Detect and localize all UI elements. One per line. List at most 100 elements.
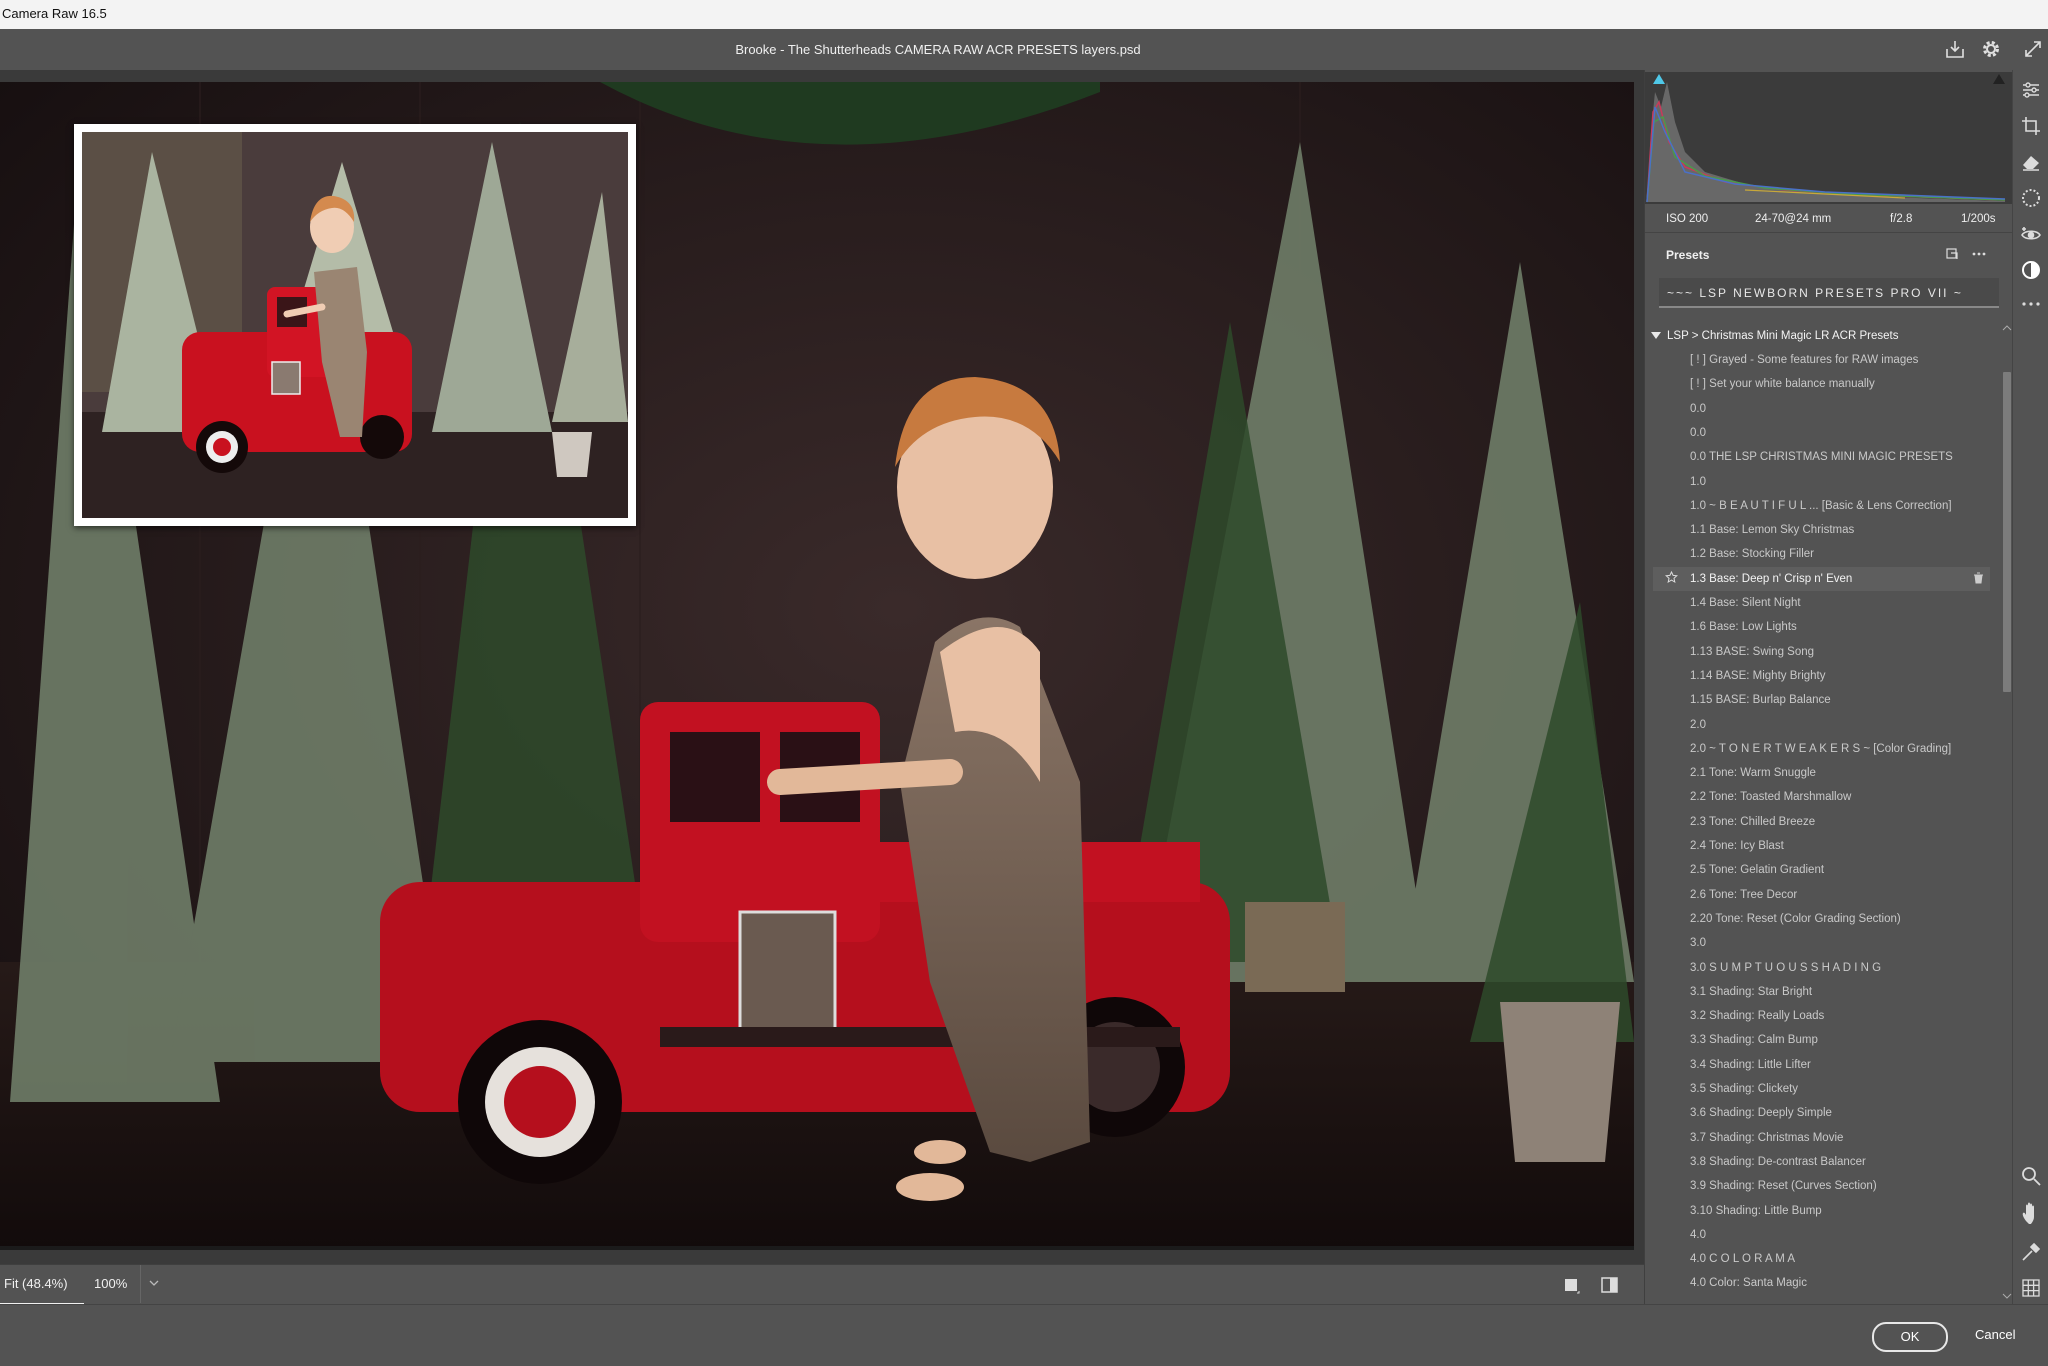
- masking-icon[interactable]: [2019, 186, 2043, 210]
- scroll-down-icon[interactable]: [2002, 1292, 2012, 1300]
- preset-item-label: 3.3 Shading: Calm Bump: [1690, 1034, 1818, 1047]
- preset-item[interactable]: 0.0: [1645, 421, 1990, 445]
- preset-item-label: 1.4 Base: Silent Night: [1690, 597, 1801, 609]
- preset-item[interactable]: 3.0: [1645, 931, 1990, 955]
- preset-item[interactable]: 3.5 Shading: Clickety: [1645, 1077, 1990, 1101]
- preset-item-label: 0.0: [1690, 426, 1706, 439]
- preset-item-label: 3.1 Shading: Star Bright: [1690, 985, 1813, 998]
- preset-item-label: 1.13 BASE: Swing Song: [1690, 645, 1815, 658]
- gear-icon[interactable]: [1979, 37, 2003, 61]
- preset-item[interactable]: 3.8 Shading: De-contrast Balancer: [1645, 1150, 1990, 1174]
- preset-item[interactable]: 1.13 BASE: Swing Song: [1645, 640, 1990, 664]
- preset-item[interactable]: 2.3 Tone: Chilled Breeze: [1645, 810, 1990, 834]
- exif-info: ISO 200 24-70@24 mm f/2.8 1/200s: [1645, 204, 2013, 232]
- preset-item[interactable]: [ ! ] Grayed - Some features for RAW ima…: [1645, 348, 1990, 372]
- preset-item[interactable]: 3.6 Shading: Deeply Simple: [1645, 1101, 1990, 1125]
- preset-item[interactable]: 1.4 Base: Silent Night: [1645, 591, 1990, 615]
- zoom-tool-icon[interactable]: [2019, 1164, 2043, 1188]
- preset-item[interactable]: 4.0: [1645, 1223, 1990, 1247]
- preset-item-label: 1.1 Base: Lemon Sky Christmas: [1690, 524, 1855, 537]
- preset-item[interactable]: 3.2 Shading: Really Loads: [1645, 1004, 1990, 1028]
- preset-item-label: 1.14 BASE: Mighty Brighty: [1690, 669, 1826, 682]
- fullscreen-icon[interactable]: [2021, 37, 2045, 61]
- eraser-icon[interactable]: [2019, 150, 2043, 174]
- exif-shutter: 1/200s: [1961, 213, 1996, 225]
- preset-item[interactable]: 1.15 BASE: Burlap Balance: [1645, 688, 1990, 712]
- preset-list: LSP > Christmas Mini Magic LR ACR Preset…: [1645, 324, 1997, 1304]
- preset-item[interactable]: 1.0 ~ B E A U T I F U L ... [Basic & Len…: [1645, 494, 1990, 518]
- favorite-star-icon[interactable]: [1665, 567, 1678, 591]
- preset-item-label: 2.0 ~ T O N E R T W E A K E R S ~ [Color…: [1690, 742, 1952, 755]
- new-preset-icon[interactable]: [1945, 247, 1959, 261]
- preset-item-label: 1.0: [1690, 475, 1706, 488]
- preset-item[interactable]: 3.3 Shading: Calm Bump: [1645, 1028, 1990, 1052]
- preset-item-label: 0.0: [1690, 402, 1706, 415]
- save-icon[interactable]: [1943, 37, 1967, 61]
- before-after-icon[interactable]: [1600, 1275, 1620, 1295]
- preset-item[interactable]: 0.0: [1645, 397, 1990, 421]
- preset-item[interactable]: 3.7 Shading: Christmas Movie: [1645, 1126, 1990, 1150]
- trash-icon[interactable]: [1973, 567, 1984, 591]
- preset-item[interactable]: 3.0 S U M P T U O U S S H A D I N G: [1645, 956, 1990, 980]
- disclosure-triangle-icon: [1651, 332, 1661, 339]
- zoom-100-button[interactable]: 100%: [90, 1265, 131, 1303]
- scroll-thumb[interactable]: [2003, 372, 2011, 692]
- presets-header: Presets: [1645, 232, 2013, 273]
- preset-item-label: 3.4 Shading: Little Lifter: [1690, 1058, 1811, 1071]
- preset-item[interactable]: 3.4 Shading: Little Lifter: [1645, 1053, 1990, 1077]
- preset-item[interactable]: 2.20 Tone: Reset (Color Grading Section): [1645, 907, 1990, 931]
- preset-item[interactable]: 2.0: [1645, 713, 1990, 737]
- preset-item-label: 2.20 Tone: Reset (Color Grading Section): [1690, 912, 1901, 925]
- preset-item[interactable]: [ ! ] Set your white balance manually: [1645, 372, 1990, 396]
- preset-item[interactable]: 2.0 ~ T O N E R T W E A K E R S ~ [Color…: [1645, 737, 1990, 761]
- preset-collection-dropdown[interactable]: ~~~ LSP NEWBORN PRESETS PRO VII ~: [1659, 278, 1999, 308]
- more-options-icon[interactable]: [1971, 247, 1987, 261]
- zoom-fit-button[interactable]: Fit (48.4%): [0, 1265, 84, 1305]
- presets-title: Presets: [1666, 248, 1710, 262]
- preset-item-label: 4.0 C O L O R A M A: [1690, 1253, 1796, 1266]
- preset-item[interactable]: 3.10 Shading: Little Bump: [1645, 1199, 1990, 1223]
- preset-item[interactable]: 2.5 Tone: Gelatin Gradient: [1645, 858, 1990, 882]
- preset-group-header[interactable]: LSP > Christmas Mini Magic LR ACR Preset…: [1651, 324, 1898, 348]
- cancel-button[interactable]: Cancel: [1975, 1327, 2015, 1342]
- before-preview-inset: [74, 124, 636, 526]
- preset-item-label: 3.0: [1690, 937, 1706, 950]
- preset-item[interactable]: 1.2 Base: Stocking Filler: [1645, 542, 1990, 566]
- color-sampler-icon[interactable]: [2019, 1240, 2043, 1264]
- zoom-dropdown[interactable]: [140, 1265, 167, 1303]
- ok-button[interactable]: OK: [1872, 1322, 1948, 1352]
- presets-icon[interactable]: [2019, 258, 2043, 282]
- preset-item-label: 3.0 S U M P T U O U S S H A D I N G: [1690, 961, 1882, 974]
- hand-tool-icon[interactable]: [2019, 1200, 2043, 1225]
- grid-overlay-icon[interactable]: [2019, 1276, 2043, 1300]
- preset-item[interactable]: 2.4 Tone: Icy Blast: [1645, 834, 1990, 858]
- more-tools-icon[interactable]: [2019, 292, 2043, 316]
- preset-item[interactable]: 1.0: [1645, 470, 1990, 494]
- preset-item[interactable]: 1.1 Base: Lemon Sky Christmas: [1645, 518, 1990, 542]
- preset-item[interactable]: 1.14 BASE: Mighty Brighty: [1645, 664, 1990, 688]
- tool-strip: [2012, 70, 2048, 1304]
- scroll-up-icon[interactable]: [2002, 324, 2012, 332]
- preset-item[interactable]: 2.1 Tone: Warm Snuggle: [1645, 761, 1990, 785]
- window-title: Camera Raw 16.5: [2, 6, 107, 21]
- preset-item-label: 2.5 Tone: Gelatin Gradient: [1690, 864, 1825, 877]
- preset-item[interactable]: 3.1 Shading: Star Bright: [1645, 980, 1990, 1004]
- preset-item-label: 2.1 Tone: Warm Snuggle: [1690, 767, 1816, 780]
- preset-item[interactable]: 3.9 Shading: Reset (Curves Section): [1645, 1174, 1990, 1198]
- preset-item[interactable]: 0.0 THE LSP CHRISTMAS MINI MAGIC PRESETS: [1645, 445, 1990, 469]
- single-view-icon[interactable]: [1562, 1275, 1582, 1295]
- preset-item[interactable]: 2.2 Tone: Toasted Marshmallow: [1645, 785, 1990, 809]
- preset-item[interactable]: 2.6 Tone: Tree Decor: [1645, 883, 1990, 907]
- image-canvas[interactable]: [0, 70, 1644, 1264]
- preset-item-label: 4.0: [1690, 1228, 1706, 1241]
- preset-item[interactable]: 4.0 C O L O R A M A: [1645, 1247, 1990, 1271]
- preset-item[interactable]: 4.0 Color: Santa Magic: [1645, 1271, 1990, 1295]
- right-panel: ISO 200 24-70@24 mm f/2.8 1/200s Presets…: [1644, 70, 2013, 1304]
- preset-item-label: 3.6 Shading: Deeply Simple: [1690, 1107, 1832, 1120]
- preset-item[interactable]: 1.6 Base: Low Lights: [1645, 615, 1990, 639]
- crop-icon[interactable]: [2019, 114, 2043, 138]
- red-eye-icon[interactable]: [2019, 222, 2043, 246]
- preset-item[interactable]: 1.3 Base: Deep n' Crisp n' Even: [1653, 566, 1990, 591]
- edit-sliders-icon[interactable]: [2019, 78, 2043, 102]
- preset-list-scrollbar[interactable]: [2001, 324, 2012, 1300]
